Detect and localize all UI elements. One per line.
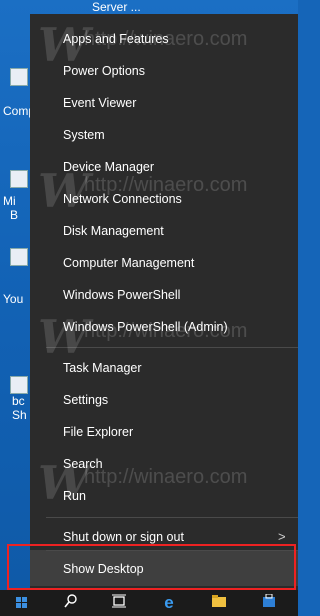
- watermark-logo: W: [38, 310, 90, 364]
- watermark-logo: W: [38, 456, 90, 510]
- menu-item-computer-management[interactable]: Computer Management: [63, 255, 194, 271]
- desktop-icon-label-line2: Sh: [12, 408, 27, 422]
- desktop-icon-label-line2: B: [10, 208, 19, 222]
- annotation-highlight-box: [7, 544, 296, 590]
- watermark-text: http://winaero.com: [84, 466, 248, 488]
- menu-item-event-viewer[interactable]: Event Viewer: [63, 95, 136, 111]
- desktop-icon-label: bc: [12, 394, 25, 408]
- file-explorer-icon[interactable]: [210, 594, 228, 612]
- menu-item-windows-powershell[interactable]: Windows PowerShell: [63, 287, 180, 303]
- task-view-icon[interactable]: [110, 594, 128, 612]
- desktop-icon-label-top: Server ...: [92, 0, 141, 14]
- shortcut-icon: [10, 68, 28, 86]
- shortcut-icon: [10, 170, 28, 188]
- watermark-text: http://winaero.com: [84, 320, 248, 342]
- menu-item-file-explorer[interactable]: File Explorer: [63, 424, 133, 440]
- shortcut-icon: [10, 376, 28, 394]
- desktop-icon-label: Mi: [3, 194, 16, 208]
- watermark-logo: W: [38, 164, 90, 218]
- chevron-right-icon: >: [278, 529, 286, 544]
- menu-item-settings[interactable]: Settings: [63, 392, 108, 408]
- taskbar: e: [0, 590, 298, 616]
- menu-item-system[interactable]: System: [63, 127, 105, 143]
- menu-separator: [46, 517, 298, 518]
- store-icon[interactable]: [260, 593, 278, 612]
- menu-item-disk-management[interactable]: Disk Management: [63, 223, 164, 239]
- watermark-text: http://winaero.com: [84, 28, 248, 50]
- shortcut-icon: [10, 248, 28, 266]
- desktop-icon-label: You: [3, 292, 24, 306]
- watermark-text: http://winaero.com: [84, 174, 248, 196]
- edge-icon[interactable]: e: [160, 594, 178, 612]
- start-icon[interactable]: [16, 597, 28, 609]
- menu-item-shut-down-or-sign-out[interactable]: Shut down or sign out: [63, 529, 184, 545]
- search-icon[interactable]: [62, 594, 80, 612]
- watermark-logo: W: [38, 18, 90, 72]
